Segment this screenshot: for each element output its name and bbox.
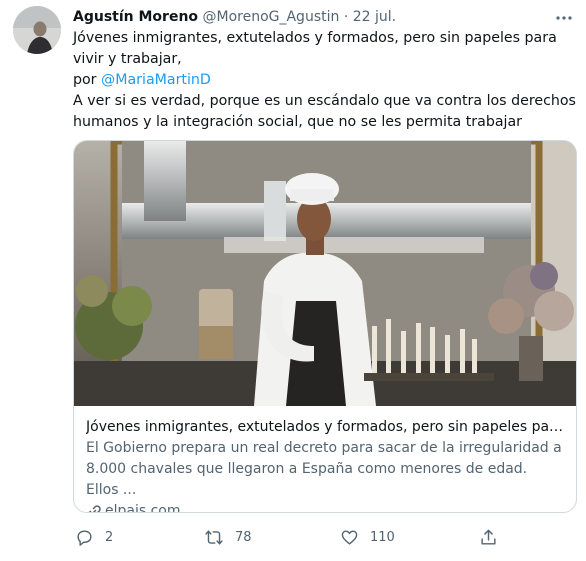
reply-count: 2 bbox=[105, 529, 114, 545]
mention-link[interactable]: @MariaMartinD bbox=[101, 72, 211, 88]
tweet-header: Agustín Moreno @MorenoG_Agustin · 22 jul… bbox=[73, 6, 577, 28]
article-image bbox=[74, 141, 576, 406]
author-handle[interactable]: @MorenoG_Agustin bbox=[202, 9, 339, 25]
link-card[interactable]: Jóvenes inmigrantes, extutelados y forma… bbox=[73, 140, 577, 513]
card-domain: elpais.com bbox=[105, 503, 181, 513]
tweet-content: Agustín Moreno @MorenoG_Agustin · 22 jul… bbox=[73, 6, 577, 133]
tweet-text-via: por @MariaMartinD bbox=[73, 70, 577, 91]
retweet-count: 78 bbox=[235, 529, 252, 545]
card-title: Jóvenes inmigrantes, extutelados y forma… bbox=[86, 419, 564, 435]
reply-icon bbox=[77, 529, 92, 546]
avatar[interactable] bbox=[13, 6, 61, 54]
reply-button[interactable]: 2 bbox=[75, 524, 113, 550]
via-prefix: por bbox=[73, 72, 97, 88]
tweet-text-line2: A ver si es verdad, porque es un escánda… bbox=[73, 93, 576, 130]
like-icon bbox=[341, 529, 358, 545]
tweet-text: Jóvenes inmigrantes, extutelados y forma… bbox=[73, 28, 577, 133]
more-button[interactable] bbox=[554, 8, 574, 28]
card-description: El Gobierno prepara un real decreto para… bbox=[86, 440, 562, 498]
tweet-text-line1: Jóvenes inmigrantes, extutelados y forma… bbox=[73, 30, 557, 67]
share-button[interactable] bbox=[479, 524, 498, 550]
retweet-button[interactable]: 78 bbox=[204, 524, 252, 550]
author-name[interactable]: Agustín Moreno bbox=[73, 9, 198, 25]
tweet-date[interactable]: 22 jul. bbox=[353, 9, 396, 25]
card-domain-row: elpais.com bbox=[86, 501, 564, 513]
action-bar: 2 78 110 bbox=[73, 524, 513, 550]
card-body: Jóvenes inmigrantes, extutelados y forma… bbox=[86, 417, 564, 513]
header-separator: · bbox=[343, 9, 349, 25]
share-icon bbox=[481, 529, 496, 545]
link-icon bbox=[88, 504, 101, 512]
retweet-icon bbox=[205, 529, 223, 545]
like-count: 110 bbox=[370, 529, 395, 545]
like-button[interactable]: 110 bbox=[340, 524, 395, 550]
more-icon bbox=[556, 16, 572, 20]
